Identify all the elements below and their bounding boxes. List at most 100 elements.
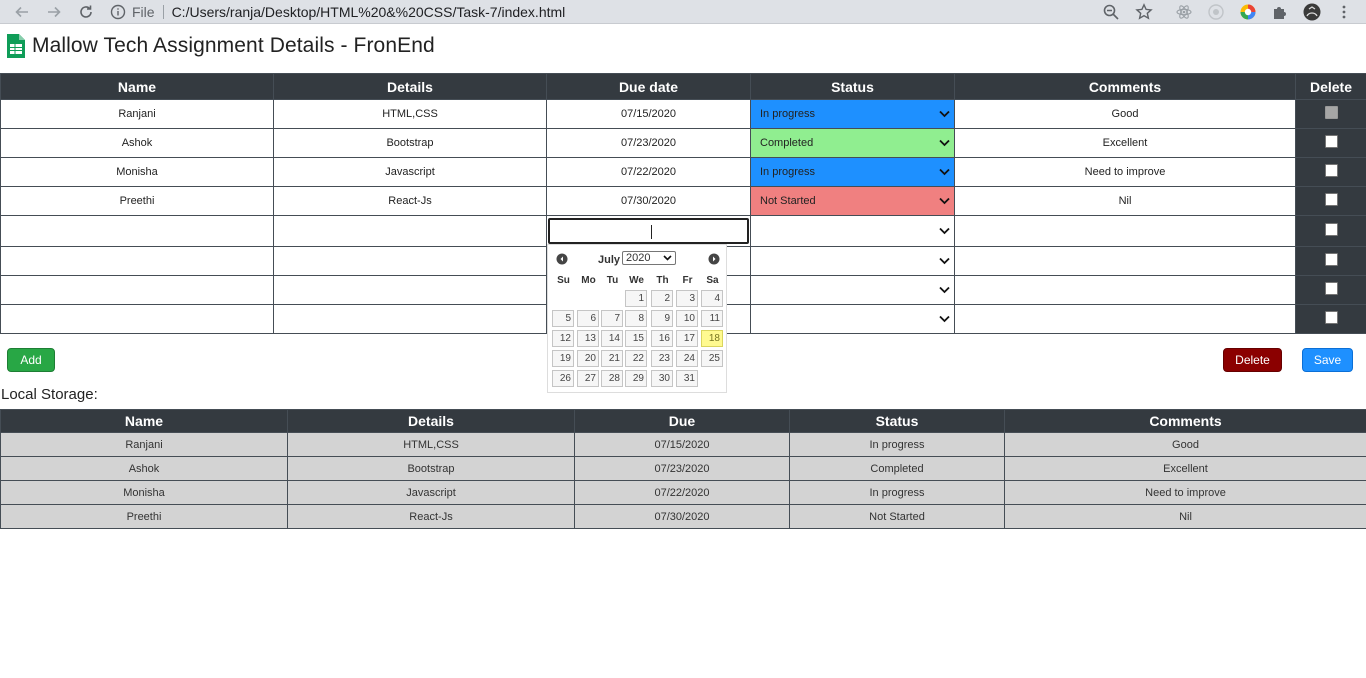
delete-checkbox[interactable] (1324, 311, 1338, 325)
calendar-day[interactable]: 27 (577, 370, 599, 387)
status-select[interactable]: Completed (750, 128, 955, 158)
status-select[interactable] (750, 275, 955, 305)
calendar-day[interactable]: 1 (625, 290, 647, 307)
calendar-day[interactable]: 9 (651, 310, 673, 327)
status-select[interactable] (750, 246, 955, 276)
table-cell: Excellent (1004, 456, 1366, 481)
add-button[interactable]: Add (7, 348, 55, 372)
calendar-day[interactable]: 20 (577, 350, 599, 367)
comments-cell[interactable] (954, 304, 1296, 334)
details-cell[interactable] (273, 304, 547, 334)
calendar-day[interactable]: 10 (676, 310, 698, 327)
calendar-day[interactable]: 2 (651, 290, 673, 307)
details-cell[interactable] (273, 275, 547, 305)
calendar-day[interactable]: 24 (676, 350, 698, 367)
details-cell[interactable]: React-Js (273, 186, 547, 216)
reload-icon[interactable] (72, 0, 100, 23)
due-date-cell[interactable]: 07/22/2020 (546, 157, 751, 187)
address-bar[interactable]: File C:/Users/ranja/Desktop/HTML%20&%20C… (110, 1, 1170, 22)
status-select[interactable] (750, 215, 955, 247)
comments-cell[interactable]: Need to improve (954, 157, 1296, 187)
comments-cell[interactable] (954, 215, 1296, 247)
name-cell[interactable]: Ranjani (0, 99, 274, 129)
due-date-cell[interactable]: 07/30/2020 (546, 186, 751, 216)
delete-checkbox[interactable] (1324, 253, 1338, 267)
bookmark-star-icon[interactable] (1134, 2, 1154, 22)
forward-arrow-icon[interactable] (40, 0, 68, 23)
calendar-day[interactable]: 31 (676, 370, 698, 387)
delete-button[interactable]: Delete (1223, 348, 1282, 372)
calendar-day[interactable]: 17 (676, 330, 698, 347)
calendar-day[interactable]: 30 (651, 370, 673, 387)
calendar-day[interactable]: 15 (625, 330, 647, 347)
calendar-day[interactable]: 22 (625, 350, 647, 367)
calendar-day[interactable]: 11 (701, 310, 723, 327)
calendar-day[interactable]: 29 (625, 370, 647, 387)
calendar-day[interactable]: 13 (577, 330, 599, 347)
calendar-day[interactable]: 14 (601, 330, 623, 347)
profile-avatar-icon[interactable] (1302, 2, 1322, 22)
delete-checkbox[interactable] (1324, 193, 1338, 207)
comments-cell[interactable] (954, 275, 1296, 305)
zoom-icon[interactable] (1101, 2, 1121, 22)
details-cell[interactable]: Javascript (273, 157, 547, 187)
table-row: Monisha Javascript 07/22/2020 In progres… (0, 157, 1366, 187)
due-date-cell[interactable]: 07/23/2020 (546, 128, 751, 158)
delete-checkbox[interactable] (1324, 106, 1338, 120)
table-cell: HTML,CSS (287, 432, 575, 457)
google-extension-icon[interactable] (1238, 2, 1258, 22)
calendar-day[interactable]: 23 (651, 350, 673, 367)
delete-checkbox[interactable] (1324, 164, 1338, 178)
calendar-day[interactable]: 3 (676, 290, 698, 307)
comments-cell[interactable]: Nil (954, 186, 1296, 216)
name-cell[interactable] (0, 246, 274, 276)
details-cell[interactable]: Bootstrap (273, 128, 547, 158)
due-date-input[interactable] (548, 218, 749, 244)
comments-cell[interactable]: Good (954, 99, 1296, 129)
calendar-day[interactable]: 7 (601, 310, 623, 327)
info-icon[interactable] (110, 4, 126, 20)
due-date-cell[interactable]: 07/15/2020 (546, 99, 751, 129)
name-cell[interactable] (0, 275, 274, 305)
details-cell[interactable] (273, 246, 547, 276)
calendar-day[interactable]: 12 (552, 330, 574, 347)
details-cell[interactable]: HTML,CSS (273, 99, 547, 129)
name-cell[interactable]: Preethi (0, 186, 274, 216)
delete-checkbox-cell (1295, 157, 1366, 187)
delete-checkbox[interactable] (1324, 223, 1338, 237)
next-month-icon[interactable] (708, 253, 720, 265)
comments-cell[interactable]: Excellent (954, 128, 1296, 158)
calendar-day[interactable]: 5 (552, 310, 574, 327)
puzzle-extensions-icon[interactable] (1270, 2, 1290, 22)
calendar-day[interactable]: 6 (577, 310, 599, 327)
calendar-day[interactable]: 8 (625, 310, 647, 327)
name-cell[interactable] (0, 304, 274, 334)
calendar-day[interactable]: 4 (701, 290, 723, 307)
url-text: C:/Users/ranja/Desktop/HTML%20&%20CSS/Ta… (171, 3, 566, 20)
status-select[interactable] (750, 304, 955, 334)
status-select[interactable]: Not Started (750, 186, 955, 216)
delete-checkbox[interactable] (1324, 282, 1338, 296)
calendar-day[interactable]: 28 (601, 370, 623, 387)
menu-kebab-icon[interactable] (1334, 2, 1354, 22)
name-cell[interactable] (0, 215, 274, 247)
prev-month-icon[interactable] (556, 253, 568, 265)
datepicker-year-select[interactable]: 2020 (622, 251, 676, 265)
status-select[interactable]: In progress (750, 157, 955, 187)
delete-checkbox[interactable] (1324, 135, 1338, 149)
calendar-day[interactable]: 25 (701, 350, 723, 367)
status-select[interactable]: In progress (750, 99, 955, 129)
back-arrow-icon[interactable] (8, 0, 36, 23)
details-cell[interactable] (273, 215, 547, 247)
calendar-day[interactable]: 19 (552, 350, 574, 367)
name-cell[interactable]: Monisha (0, 157, 274, 187)
extension-circle-icon[interactable] (1206, 2, 1226, 22)
calendar-day-today[interactable]: 18 (701, 330, 723, 347)
calendar-day[interactable]: 26 (552, 370, 574, 387)
comments-cell[interactable] (954, 246, 1296, 276)
react-extension-icon[interactable] (1174, 2, 1194, 22)
name-cell[interactable]: Ashok (0, 128, 274, 158)
calendar-day[interactable]: 21 (601, 350, 623, 367)
save-button[interactable]: Save (1302, 348, 1353, 372)
calendar-day[interactable]: 16 (651, 330, 673, 347)
